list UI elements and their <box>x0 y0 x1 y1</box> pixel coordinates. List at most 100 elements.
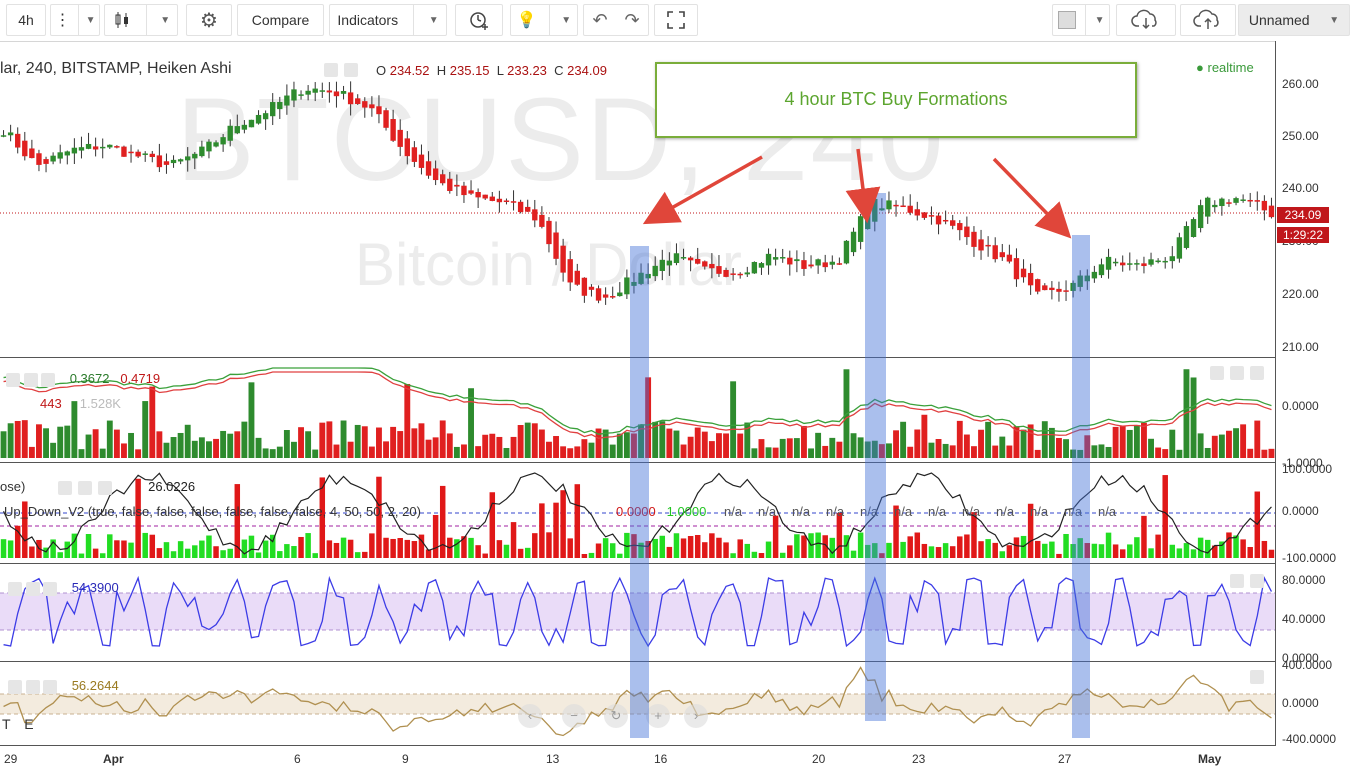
eye-icon[interactable] <box>324 63 338 77</box>
volume-bar <box>21 420 28 458</box>
layout-name-button[interactable]: Unnamed ▼ <box>1238 4 1350 36</box>
updown-bar <box>85 534 92 558</box>
volume-bar <box>956 420 963 458</box>
gear-icon[interactable] <box>78 481 92 495</box>
candle-body <box>978 239 984 251</box>
volume-bar <box>694 427 701 458</box>
alert-clock-icon[interactable] <box>468 9 490 31</box>
close-icon[interactable] <box>41 372 56 387</box>
interval-button[interactable]: 4h <box>6 4 46 36</box>
chevron-down-icon[interactable]: ▼ <box>160 15 170 26</box>
color-swatch-icon[interactable] <box>1057 11 1076 29</box>
volume-bar <box>298 427 304 458</box>
price-axis[interactable]: 260.00250.00240.00230.00220.00210.000.00… <box>1275 41 1353 746</box>
move-up-icon[interactable] <box>1210 366 1224 380</box>
chevron-down-icon[interactable]: ▼ <box>86 15 96 26</box>
close-icon[interactable] <box>1250 366 1264 380</box>
volume-bar <box>482 434 489 458</box>
interval-menu[interactable]: ⋮ ▼ <box>50 4 100 36</box>
time-tick: 16 <box>654 752 668 766</box>
fullscreen-icon[interactable] <box>666 10 686 30</box>
volume-bar <box>723 433 729 458</box>
reset-icon[interactable]: ↻ <box>604 704 628 728</box>
highlight-column-3[interactable] <box>1072 235 1090 738</box>
cloud-upload-icon[interactable] <box>1193 9 1223 31</box>
updown-bar <box>524 547 531 558</box>
chevron-down-icon[interactable]: ▼ <box>561 15 571 26</box>
time-axis[interactable]: 29 Apr 6 9 13 16 20 23 27 May <box>0 745 1275 777</box>
move-down-icon[interactable] <box>1250 574 1264 588</box>
ideas-button[interactable]: 💡 ▼ <box>510 4 578 36</box>
updown-bar <box>1020 535 1027 558</box>
candle-body <box>1020 268 1027 278</box>
zoom-in-icon[interactable]: + <box>646 704 670 728</box>
candle-body <box>185 156 191 161</box>
gear-icon[interactable] <box>25 679 40 694</box>
undo-icon[interactable]: ↶ <box>592 10 607 31</box>
volume-bar <box>857 437 864 458</box>
move-up-icon[interactable] <box>1250 670 1264 684</box>
move-down-icon[interactable] <box>1230 366 1244 380</box>
color-swatch-button[interactable]: ▼ <box>1052 4 1110 36</box>
scroll-left-icon[interactable]: ‹ <box>518 704 542 728</box>
annotation-callout[interactable]: 4 hour BTC Buy Formations <box>655 62 1137 138</box>
chevron-down-icon[interactable]: ▼ <box>429 15 439 26</box>
volume-bar <box>1169 429 1176 458</box>
more-vert-icon[interactable]: ⋮ <box>55 10 71 30</box>
eye-icon[interactable] <box>58 481 72 495</box>
cloud-download-icon[interactable] <box>1131 9 1161 31</box>
redo-icon[interactable]: ↷ <box>624 10 639 31</box>
volume-bar <box>1126 429 1133 458</box>
candles-icon[interactable] <box>112 10 132 30</box>
compare-button[interactable]: Compare <box>237 4 324 36</box>
candle-body <box>390 119 396 141</box>
eye-icon[interactable] <box>8 679 22 694</box>
save-chart-button[interactable] <box>1180 4 1236 36</box>
highlight-column-2[interactable] <box>865 193 886 721</box>
scroll-right-icon[interactable]: › <box>684 704 708 728</box>
close-icon[interactable] <box>98 481 112 495</box>
fullscreen-button[interactable] <box>654 4 698 36</box>
gear-icon[interactable] <box>25 581 40 596</box>
highlight-column-1[interactable] <box>630 246 649 738</box>
volume-bar <box>432 437 439 458</box>
volume-bar <box>567 448 574 458</box>
gear-icon[interactable]: ⚙ <box>200 8 218 33</box>
candle-body <box>107 144 113 148</box>
volume-bar <box>574 446 581 458</box>
alert-button[interactable] <box>455 4 503 36</box>
updown-bar <box>241 539 248 558</box>
zoom-out-icon[interactable]: − <box>562 704 586 728</box>
chart-style-button[interactable]: ▼ <box>104 4 178 36</box>
volume-bar <box>1233 428 1239 458</box>
updown-bar <box>496 540 503 558</box>
bulb-icon[interactable]: 💡 <box>517 10 537 30</box>
settings-button[interactable]: ⚙ <box>186 4 232 36</box>
updown-bar <box>680 538 687 558</box>
volume-bar <box>1112 426 1119 458</box>
gear-icon[interactable] <box>344 63 358 77</box>
move-up-icon[interactable] <box>1230 574 1244 588</box>
na-label: n/a <box>1030 504 1049 519</box>
updown-bar <box>439 485 446 558</box>
updown-bar <box>949 546 956 558</box>
cci-tick: 0.0000 <box>1282 696 1319 710</box>
updown-bar <box>284 544 290 558</box>
candle-body <box>284 95 290 106</box>
volume-bar <box>78 449 85 458</box>
candle-body <box>404 138 410 157</box>
annotation-text: 4 hour BTC Buy Formations <box>784 88 1008 109</box>
updown-bar <box>227 548 233 558</box>
indicators-button[interactable]: Indicators ▼ <box>329 4 447 36</box>
volume-bar <box>1034 449 1041 458</box>
updown-tick: 100.0000 <box>1282 462 1333 476</box>
chevron-down-icon[interactable]: ▼ <box>1329 15 1339 26</box>
gear-icon[interactable] <box>23 372 38 387</box>
top-toolbar: 4h ⋮ ▼ ▼ ⚙ Compare Indicators ▼ 💡 ▼ ↶ ↷ ▼ Un… <box>0 0 1353 42</box>
load-chart-button[interactable] <box>1116 4 1176 36</box>
close-icon[interactable] <box>43 581 58 596</box>
close-icon[interactable] <box>43 679 58 694</box>
eye-icon[interactable] <box>6 372 20 387</box>
chevron-down-icon[interactable]: ▼ <box>1095 15 1105 26</box>
eye-icon[interactable] <box>8 581 22 596</box>
